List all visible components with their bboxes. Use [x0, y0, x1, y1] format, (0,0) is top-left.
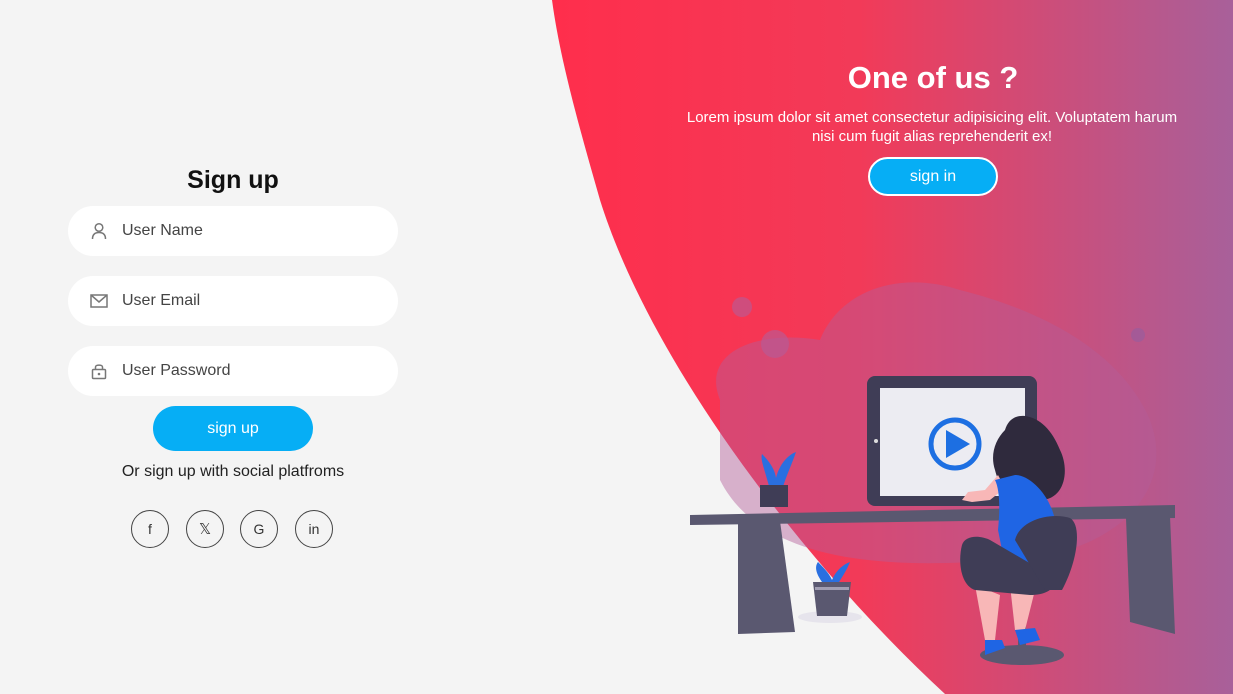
google-icon: G — [253, 521, 265, 537]
username-input[interactable] — [122, 222, 382, 240]
google-button[interactable]: G — [240, 510, 278, 548]
panel-description: Lorem ipsum dolor sit amet consectetur a… — [686, 109, 1178, 145]
signup-title: Sign up — [187, 166, 279, 194]
user-icon — [90, 222, 108, 240]
username-field[interactable] — [68, 206, 398, 256]
signup-page: Sign up sign up Or sign up with social p… — [0, 0, 1233, 694]
x-twitter-icon: 𝕏 — [198, 521, 212, 538]
email-field[interactable] — [68, 276, 398, 326]
social-signup-text: Or sign up with social platfroms — [121, 463, 345, 480]
password-field[interactable] — [68, 346, 398, 396]
facebook-icon: f — [148, 521, 152, 537]
facebook-button[interactable]: f — [131, 510, 169, 548]
email-input[interactable] — [122, 292, 382, 310]
x-twitter-button[interactable]: 𝕏 — [186, 510, 224, 548]
linkedin-icon: in — [308, 521, 320, 537]
linkedin-button[interactable]: in — [295, 510, 333, 548]
password-input[interactable] — [122, 362, 382, 380]
mail-icon — [90, 292, 108, 310]
lock-icon — [90, 362, 108, 380]
panel-title: One of us ? — [847, 60, 1019, 95]
signup-button[interactable]: sign up — [153, 406, 313, 451]
signin-button[interactable]: sign in — [868, 157, 998, 196]
